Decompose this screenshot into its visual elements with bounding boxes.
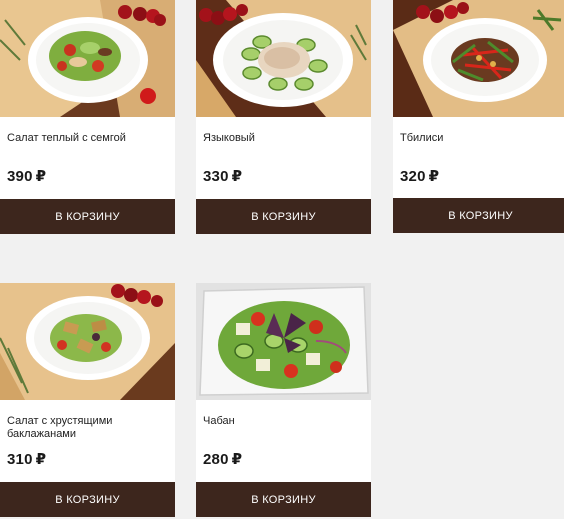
price-value: 310 <box>7 451 33 468</box>
tbilisi-salad-photo[interactable] <box>393 0 564 117</box>
product-price: 330 ₽ <box>203 167 242 185</box>
add-to-cart-button[interactable]: В КОРЗИНУ <box>196 482 371 517</box>
ruble-sign: ₽ <box>35 168 47 185</box>
product-card: Тбилиси 320 ₽ В КОРЗИНУ <box>393 0 564 233</box>
product-price: 320 ₽ <box>400 167 439 185</box>
product-name[interactable]: Салат с хрустящими баклажанами <box>7 415 167 441</box>
product-name[interactable]: Языковый <box>203 132 363 145</box>
add-to-cart-button[interactable]: В КОРЗИНУ <box>393 198 564 233</box>
ruble-sign: ₽ <box>35 451 47 468</box>
price-value: 390 <box>7 168 33 185</box>
add-to-cart-button[interactable]: В КОРЗИНУ <box>0 482 175 517</box>
tongue-salad-photo[interactable] <box>196 0 371 117</box>
ruble-sign: ₽ <box>428 168 440 185</box>
ruble-sign: ₽ <box>231 168 243 185</box>
product-name[interactable]: Чабан <box>203 415 363 428</box>
product-price: 280 ₽ <box>203 450 242 468</box>
shepherd-salad-photo[interactable] <box>196 283 371 400</box>
product-price: 390 ₽ <box>7 167 46 185</box>
eggplant-salad-photo[interactable] <box>0 283 175 400</box>
product-price: 310 ₽ <box>7 450 46 468</box>
ruble-sign: ₽ <box>231 451 243 468</box>
warm-salmon-salad-photo[interactable] <box>0 0 175 117</box>
product-card: Чабан 280 ₽ В КОРЗИНУ <box>196 283 371 517</box>
price-value: 320 <box>400 168 426 185</box>
price-value: 330 <box>203 168 229 185</box>
add-to-cart-button[interactable]: В КОРЗИНУ <box>196 199 371 234</box>
product-card: Языковый 330 ₽ В КОРЗИНУ <box>196 0 371 234</box>
product-card: Салат с хрустящими баклажанами 310 ₽ В КО… <box>0 283 175 517</box>
add-to-cart-button[interactable]: В КОРЗИНУ <box>0 199 175 234</box>
price-value: 280 <box>203 451 229 468</box>
product-name[interactable]: Салат теплый с семгой <box>7 132 167 145</box>
product-name[interactable]: Тбилиси <box>400 132 560 145</box>
product-card: Салат теплый с семгой 390 ₽ В КОРЗИНУ <box>0 0 175 234</box>
